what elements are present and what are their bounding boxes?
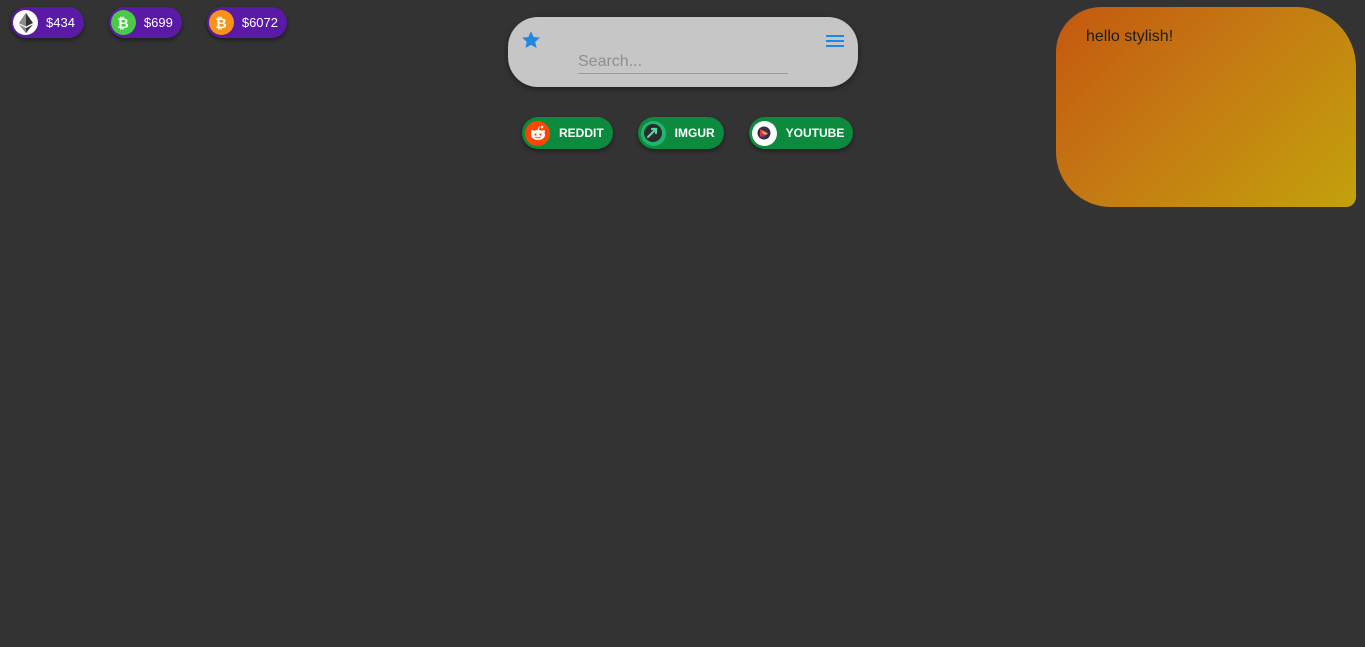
quick-links: REDDIT IMGUR YOUTUBE [522, 117, 854, 149]
ticker-price: $6072 [241, 15, 278, 30]
youtube-link-label: YOUTUBE [785, 126, 845, 140]
bitcoin-icon: ₿ [208, 10, 234, 35]
ticker-price: $434 [46, 15, 75, 30]
youtube-icon [751, 120, 777, 146]
ticker-bitcoin[interactable]: ₿ $6072 [206, 7, 287, 38]
hamburger-menu-icon[interactable] [824, 32, 846, 50]
stylish-note-card: hello stylish! [1056, 7, 1356, 207]
search-card [508, 17, 858, 87]
reddit-link-button[interactable]: REDDIT [522, 117, 613, 149]
star-icon[interactable] [520, 29, 542, 51]
ethereum-icon [13, 10, 38, 35]
imgur-link-label: IMGUR [674, 126, 715, 140]
svg-text:₿: ₿ [216, 16, 227, 31]
youtube-link-button[interactable]: YOUTUBE [748, 117, 854, 149]
imgur-link-button[interactable]: IMGUR [637, 117, 724, 149]
ticker-price: $699 [143, 15, 173, 30]
search-input[interactable] [578, 51, 788, 74]
new-tab-page: $434 ₿ $699 ₿ $6072 Search... REDDIT IMG… [0, 0, 1365, 647]
svg-text:₿: ₿ [118, 16, 129, 31]
note-text: hello stylish! [1086, 28, 1174, 45]
ticker-bitcoin-cash[interactable]: ₿ $699 [108, 7, 182, 38]
bitcoin-cash-icon: ₿ [110, 10, 136, 35]
reddit-icon [525, 120, 550, 146]
ticker-ethereum[interactable]: $434 [11, 7, 84, 38]
reddit-link-label: REDDIT [559, 126, 604, 140]
imgur-icon [640, 120, 666, 146]
crypto-tickers: $434 ₿ $699 ₿ $6072 [11, 7, 287, 38]
